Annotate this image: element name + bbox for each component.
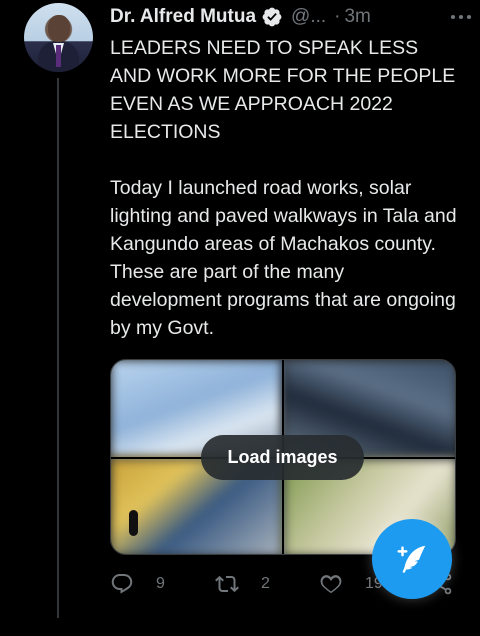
verified-badge-icon bbox=[262, 7, 282, 27]
tweet[interactable]: Dr. Alfred Mutua @... · 3m LEADERS NEED … bbox=[0, 0, 480, 636]
retweet-count: 2 bbox=[261, 575, 270, 592]
more-dots-icon[interactable] bbox=[450, 11, 472, 23]
author-handle[interactable]: @... bbox=[291, 6, 326, 28]
author-name[interactable]: Dr. Alfred Mutua bbox=[110, 6, 256, 28]
tweet-header: Dr. Alfred Mutua @... · 3m bbox=[110, 5, 462, 29]
reply-count: 9 bbox=[156, 575, 165, 592]
like-button[interactable]: 19 bbox=[319, 572, 383, 596]
avatar-tie bbox=[56, 45, 61, 67]
reply-icon bbox=[111, 574, 133, 594]
separator-dot: · bbox=[334, 6, 341, 27]
tweet-text: LEADERS NEED TO SPEAK LESS AND WORK MORE… bbox=[110, 37, 457, 339]
avatar-head bbox=[48, 15, 70, 42]
reply-button[interactable]: 9 bbox=[110, 572, 165, 596]
retweet-icon bbox=[215, 575, 239, 593]
load-images-button[interactable]: Load images bbox=[201, 435, 364, 480]
avatar[interactable] bbox=[24, 3, 93, 72]
heart-icon bbox=[320, 575, 342, 594]
thread-line bbox=[57, 78, 59, 618]
compose-feather-icon bbox=[397, 545, 426, 573]
media-blur-marker bbox=[129, 510, 138, 536]
retweet-button[interactable]: 2 bbox=[215, 572, 270, 596]
compose-tweet-button[interactable] bbox=[372, 519, 452, 599]
timestamp[interactable]: 3m bbox=[344, 6, 370, 28]
